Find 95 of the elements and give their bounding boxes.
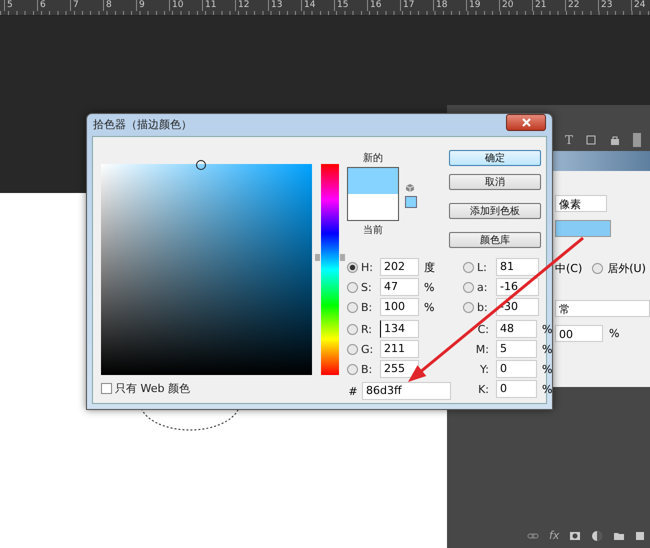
window-title: 拾色器（描边颜色）: [93, 117, 192, 132]
ruler-number: 23: [598, 0, 631, 11]
ruler-number: 8: [103, 0, 136, 11]
radio-button[interactable]: [347, 364, 358, 374]
type-tool-icon[interactable]: T: [565, 133, 574, 147]
field-label: K:: [477, 382, 490, 396]
field-label: L:: [477, 260, 488, 274]
scroll-thumb-icon: [633, 133, 642, 147]
radio-button[interactable]: [347, 302, 358, 312]
hue-slider[interactable]: [315, 164, 345, 375]
ruler-number: 13: [268, 0, 301, 11]
unit-label: %: [542, 362, 552, 376]
field-label: H:: [361, 260, 374, 274]
dialog-button[interactable]: 取消: [449, 174, 541, 190]
unit-label: %: [424, 300, 434, 314]
value-field[interactable]: 81: [496, 258, 539, 276]
size-unit-field[interactable]: 像素: [555, 195, 607, 212]
ruler-number: 11: [202, 0, 235, 11]
radio-button[interactable]: [463, 302, 474, 312]
dialog-button[interactable]: 确定: [449, 150, 541, 166]
ruler-number: 5: [4, 0, 37, 11]
ruler-number: 22: [565, 0, 598, 11]
hex-field[interactable]: 86d3ff: [362, 382, 451, 400]
swatch-label: 新的: [363, 152, 383, 165]
blend-mode-field[interactable]: 常: [555, 300, 650, 317]
field-label: R:: [361, 322, 374, 336]
dialog-button[interactable]: 添加到色板: [449, 203, 541, 219]
value-field[interactable]: 0: [496, 380, 537, 398]
cube-icon[interactable]: [405, 183, 415, 193]
folder-icon[interactable]: [613, 530, 626, 540]
field-label: G:: [361, 342, 374, 356]
field-label: S:: [361, 280, 373, 294]
radio-button[interactable]: [463, 262, 474, 272]
unit-label: %: [542, 342, 552, 356]
ruler-number: 20: [499, 0, 532, 11]
value-field[interactable]: 211: [380, 340, 419, 358]
opacity-field[interactable]: 00: [555, 325, 603, 342]
web-colors-checkbox[interactable]: 只有 Web 颜色: [101, 381, 312, 396]
ruler-number: 10: [169, 0, 202, 11]
close-button[interactable]: [506, 114, 546, 131]
field-label: B:: [361, 362, 374, 376]
unit-label: %: [542, 322, 552, 336]
ruler-number: 9: [136, 0, 169, 11]
value-field[interactable]: 48: [496, 320, 537, 338]
swatch-label: 当前: [363, 224, 383, 237]
radio-button[interactable]: [347, 324, 358, 334]
field-marker[interactable]: [196, 160, 206, 170]
unit-label: %: [542, 382, 552, 396]
fx-icon[interactable]: fx: [549, 529, 560, 542]
unit-label: 度: [424, 260, 435, 274]
value-field[interactable]: 202: [380, 258, 419, 276]
value-field[interactable]: 100: [380, 298, 419, 316]
value-field[interactable]: 5: [496, 340, 537, 358]
field-label: b:: [477, 300, 489, 314]
color-swatch-field[interactable]: [555, 220, 611, 237]
link-icon[interactable]: [527, 530, 539, 540]
mask-icon[interactable]: [569, 530, 582, 540]
field-label: B:: [361, 300, 374, 314]
close-icon: [522, 118, 530, 127]
position-option-label: 中(C): [555, 261, 582, 276]
ruler-number: 16: [367, 0, 400, 11]
value-field[interactable]: 0: [496, 360, 537, 378]
transform-icon[interactable]: [585, 134, 598, 146]
field-label: #: [347, 384, 359, 398]
ruler-number: 7: [70, 0, 103, 11]
ruler-number: 17: [400, 0, 433, 11]
value-field[interactable]: 47: [380, 278, 419, 296]
radio-button[interactable]: [592, 263, 604, 274]
field-label: Y:: [479, 362, 490, 376]
ruler-number: 21: [532, 0, 565, 11]
value-field[interactable]: 255: [380, 360, 419, 378]
field-label: M:: [474, 342, 490, 356]
field-label: a:: [477, 280, 488, 294]
new-layer-icon[interactable]: [635, 530, 646, 540]
dialog-button[interactable]: 颜色库: [449, 232, 541, 248]
ruler-number: 19: [466, 0, 499, 11]
radio-button[interactable]: [463, 282, 474, 292]
value-field[interactable]: 134: [380, 320, 419, 338]
radio-button[interactable]: [347, 262, 358, 272]
web-safe-swatch[interactable]: [405, 196, 417, 208]
radio-button[interactable]: [347, 282, 358, 292]
field-label: C:: [476, 322, 490, 336]
lock-icon[interactable]: [609, 134, 622, 146]
ruler-number: 15: [334, 0, 367, 11]
radio-button[interactable]: [347, 344, 358, 354]
hue-slider-thumb[interactable]: [315, 254, 345, 261]
ruler-number: 12: [235, 0, 268, 11]
ruler-number: 6: [37, 0, 70, 11]
ruler-number: 18: [433, 0, 466, 11]
unit-label: %: [609, 327, 620, 340]
ruler-number: 14: [301, 0, 334, 11]
adjustment-icon[interactable]: [591, 530, 604, 542]
position-option-label: 居外(U): [607, 261, 646, 276]
ruler-number: 24: [631, 0, 650, 11]
unit-label: %: [424, 280, 434, 294]
